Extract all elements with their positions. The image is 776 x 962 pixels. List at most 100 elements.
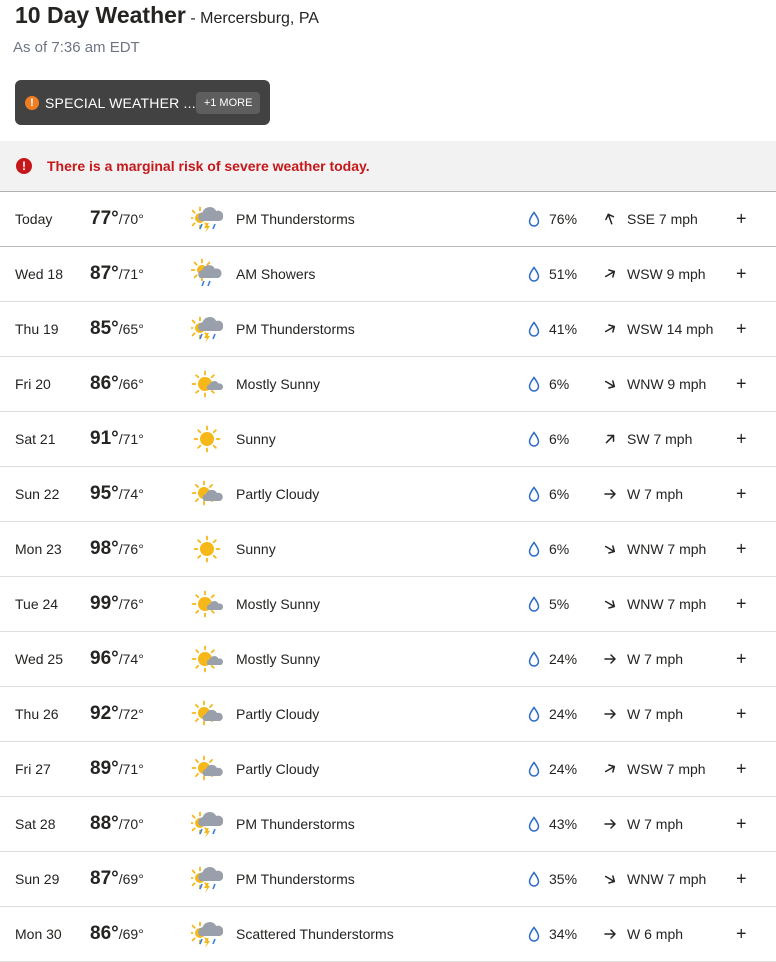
special-weather-alert-button[interactable]: ! SPECIAL WEATHER ... +1 MORE	[15, 80, 270, 125]
forecast-row[interactable]: Mon 23 98°/76° Sunny 6% WNW 7 mph +	[0, 522, 776, 577]
temperature: 77°/70°	[90, 208, 144, 230]
thunderstorm-icon	[191, 808, 223, 840]
low-temp: /69°	[119, 871, 144, 887]
forecast-row[interactable]: Sat 28 88°/70° PM Thunderstorms 43% W 7 …	[0, 797, 776, 852]
condition-label: Partly Cloudy	[236, 706, 319, 722]
expand-plus-icon[interactable]: +	[736, 374, 747, 395]
raindrop-icon	[528, 321, 540, 337]
high-temp: 87°	[90, 868, 119, 889]
expand-plus-icon[interactable]: +	[736, 429, 747, 450]
expand-plus-icon[interactable]: +	[736, 209, 747, 230]
wind-label: WSW 7 mph	[627, 761, 706, 777]
forecast-row[interactable]: Sat 21 91°/71° Sunny 6% SW 7 mph +	[0, 412, 776, 467]
expand-plus-icon[interactable]: +	[736, 869, 747, 890]
wind-direction-arrow-icon	[600, 264, 619, 283]
temperature: 98°/76°	[90, 538, 144, 560]
high-temp: 77°	[90, 208, 119, 229]
title-line: 10 Day Weather - Mercersburg, PA	[15, 2, 319, 29]
low-temp: /72°	[119, 706, 144, 722]
forecast-row[interactable]: Mon 30 86°/69° Scattered Thunderstorms 3…	[0, 907, 776, 962]
forecast-row[interactable]: Fri 27 89°/71° Partly Cloudy 24% WSW 7 m…	[0, 742, 776, 797]
wind-direction-arrow-icon	[600, 594, 619, 613]
more-alerts-button[interactable]: +1 MORE	[196, 92, 261, 114]
forecast-row[interactable]: Wed 18 87°/71° AM Showers 51% WSW 9 mph …	[0, 247, 776, 302]
thunderstorm-icon	[191, 313, 223, 345]
expand-plus-icon[interactable]: +	[736, 594, 747, 615]
temperature: 96°/74°	[90, 648, 144, 670]
forecast-list: Today 77°/70° PM Thunderstorms 76% SSE 7…	[0, 192, 776, 962]
forecast-row[interactable]: Today 77°/70° PM Thunderstorms 76% SSE 7…	[0, 192, 776, 247]
wind-direction-arrow-icon	[600, 759, 619, 778]
expand-plus-icon[interactable]: +	[736, 924, 747, 945]
forecast-row[interactable]: Sun 29 87°/69° PM Thunderstorms 35% WNW …	[0, 852, 776, 907]
wind-label: SW 7 mph	[627, 431, 692, 447]
high-temp: 99°	[90, 593, 119, 614]
raindrop-icon	[528, 596, 540, 612]
forecast-row[interactable]: Sun 22 95°/74° Partly Cloudy 6% W 7 mph …	[0, 467, 776, 522]
day-label: Sun 22	[15, 486, 59, 502]
raindrop-icon	[528, 816, 540, 832]
wind-label: WNW 7 mph	[627, 541, 706, 557]
day-label: Wed 18	[15, 266, 63, 282]
warning-icon: !	[16, 158, 32, 174]
condition-label: PM Thunderstorms	[236, 871, 355, 887]
temperature: 91°/71°	[90, 428, 144, 450]
expand-plus-icon[interactable]: +	[736, 319, 747, 340]
precip-chance: 51%	[549, 266, 577, 282]
wind-label: W 7 mph	[627, 706, 683, 722]
mostly-sunny-icon	[191, 368, 223, 400]
condition-label: Partly Cloudy	[236, 486, 319, 502]
thunderstorm-icon	[191, 203, 223, 235]
condition-label: PM Thunderstorms	[236, 211, 355, 227]
partly-cloudy-icon	[191, 753, 223, 785]
precip-chance: 34%	[549, 926, 577, 942]
raindrop-icon	[528, 541, 540, 557]
low-temp: /69°	[119, 926, 144, 942]
temperature: 92°/72°	[90, 703, 144, 725]
temperature: 87°/71°	[90, 263, 144, 285]
precip-chance: 6%	[549, 486, 569, 502]
day-label: Fri 27	[15, 761, 51, 777]
high-temp: 88°	[90, 813, 119, 834]
high-temp: 87°	[90, 263, 119, 284]
expand-plus-icon[interactable]: +	[736, 649, 747, 670]
condition-label: Mostly Sunny	[236, 596, 320, 612]
high-temp: 89°	[90, 758, 119, 779]
high-temp: 92°	[90, 703, 119, 724]
day-label: Wed 25	[15, 651, 63, 667]
thunderstorm-icon	[191, 863, 223, 895]
wind-label: W 7 mph	[627, 651, 683, 667]
high-temp: 96°	[90, 648, 119, 669]
high-temp: 86°	[90, 923, 119, 944]
precip-chance: 43%	[549, 816, 577, 832]
day-label: Thu 19	[15, 321, 59, 337]
condition-label: Sunny	[236, 541, 276, 557]
temperature: 85°/65°	[90, 318, 144, 340]
precip-chance: 41%	[549, 321, 577, 337]
wind-label: W 7 mph	[627, 816, 683, 832]
raindrop-icon	[528, 376, 540, 392]
forecast-row[interactable]: Thu 19 85°/65° PM Thunderstorms 41% WSW …	[0, 302, 776, 357]
high-temp: 95°	[90, 483, 119, 504]
forecast-row[interactable]: Fri 20 86°/66° Mostly Sunny 6% WNW 9 mph…	[0, 357, 776, 412]
low-temp: /71°	[119, 761, 144, 777]
condition-label: Sunny	[236, 431, 276, 447]
expand-plus-icon[interactable]: +	[736, 814, 747, 835]
temperature: 95°/74°	[90, 483, 144, 505]
day-label: Sun 29	[15, 871, 59, 887]
wind-direction-arrow-icon	[600, 429, 620, 449]
high-temp: 85°	[90, 318, 119, 339]
expand-plus-icon[interactable]: +	[736, 484, 747, 505]
expand-plus-icon[interactable]: +	[736, 539, 747, 560]
forecast-row[interactable]: Tue 24 99°/76° Mostly Sunny 5% WNW 7 mph…	[0, 577, 776, 632]
forecast-row[interactable]: Thu 26 92°/72° Partly Cloudy 24% W 7 mph…	[0, 687, 776, 742]
forecast-row[interactable]: Wed 25 96°/74° Mostly Sunny 24% W 7 mph …	[0, 632, 776, 687]
low-temp: /71°	[119, 431, 144, 447]
raindrop-icon	[528, 651, 540, 667]
page-header: 10 Day Weather - Mercersburg, PA As of 7…	[0, 0, 776, 141]
expand-plus-icon[interactable]: +	[736, 704, 747, 725]
expand-plus-icon[interactable]: +	[736, 264, 747, 285]
precip-chance: 24%	[549, 761, 577, 777]
expand-plus-icon[interactable]: +	[736, 759, 747, 780]
as-of-timestamp: As of 7:36 am EDT	[13, 39, 140, 56]
